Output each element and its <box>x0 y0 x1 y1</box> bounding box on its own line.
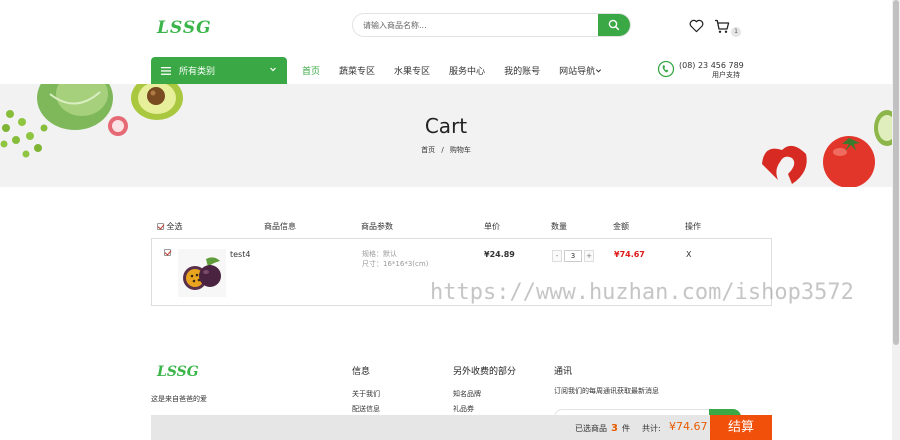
watermark-text: https://www.huzhan.com/ishop3572 <box>430 280 854 305</box>
scrollbar-thumb[interactable] <box>893 0 899 345</box>
page-title: Cart <box>424 114 468 138</box>
unit-price: ¥24.89 <box>484 250 515 259</box>
nav-item-sitemap-label: 网站导航 <box>559 67 596 77</box>
header-price: 单价 <box>484 222 500 231</box>
support-label: 用户支持 <box>712 71 740 79</box>
cart-icon <box>715 19 730 33</box>
page-banner: Cart 首页 / 购物车 <box>0 84 892 187</box>
nav-item-service[interactable]: 服务中心 <box>449 64 485 77</box>
chevron-down-icon <box>270 67 276 72</box>
row-total: ¥74.67 <box>614 250 645 259</box>
support-phone: (08) 23 456 789 <box>679 61 744 70</box>
selected-suffix: 件 <box>621 424 630 433</box>
select-all-label: 全选 <box>166 222 183 231</box>
header-amount: 金额 <box>613 222 629 231</box>
nav-item-home[interactable]: 首页 <box>302 64 320 77</box>
footer-link-brands[interactable]: 知名品牌 <box>453 389 481 399</box>
breadcrumb: 首页 / 购物车 <box>0 145 892 155</box>
selected-count: 3 <box>611 423 618 434</box>
total-label: 共计: <box>642 424 661 433</box>
search-input[interactable] <box>363 14 593 36</box>
total-amount: ¥74.67 <box>669 420 708 433</box>
breadcrumb-separator: / <box>441 146 444 154</box>
all-categories-button[interactable]: 所有类别 <box>151 57 287 84</box>
decrease-qty-button[interactable]: - <box>552 250 562 262</box>
cart-button[interactable] <box>714 19 730 36</box>
quantity-stepper: - 3 + <box>552 250 594 262</box>
footer-link-vouchers[interactable]: 礼品券 <box>453 404 474 414</box>
all-categories-label: 所有类别 <box>179 67 216 77</box>
footer-newsletter-title: 通讯 <box>554 367 573 377</box>
nav-item-account[interactable]: 我的账号 <box>504 64 540 77</box>
footer-description: 这是来自爸爸的爱 <box>151 395 207 403</box>
increase-qty-button[interactable]: + <box>584 250 594 262</box>
product-name[interactable]: test4 <box>230 250 250 259</box>
headset-icon <box>657 60 675 80</box>
select-all[interactable]: 全选 <box>157 221 183 232</box>
selected-items: 已选商品 3 件 <box>575 423 630 434</box>
quantity-input[interactable]: 3 <box>564 250 582 262</box>
checkout-bar: 已选商品 3 件 共计: ¥74.67 结算 <box>151 415 772 440</box>
menu-icon <box>161 66 171 75</box>
page-scrollbar[interactable] <box>892 0 900 440</box>
header-product: 商品信息 <box>264 222 296 231</box>
product-spec: 规格：默认 <box>362 250 397 258</box>
footer-link-about[interactable]: 关于我们 <box>352 389 380 399</box>
search-icon <box>608 19 620 31</box>
site-logo[interactable]: LSSG <box>157 18 212 38</box>
checkout-button[interactable]: 结算 <box>710 415 772 440</box>
header-action: 操作 <box>685 222 701 231</box>
cart-count-badge: 1 <box>731 27 741 37</box>
main-nav: 首页 蔬菜专区 水果专区 服务中心 我的账号 网站导航 <box>302 64 621 77</box>
header-params: 商品参数 <box>361 222 393 231</box>
passion-fruit-image <box>183 257 221 290</box>
wishlist-button[interactable] <box>689 19 704 35</box>
nav-item-sitemap[interactable]: 网站导航 <box>559 64 602 77</box>
footer-extras-title: 另外收费的部分 <box>453 367 517 377</box>
select-all-checkbox[interactable] <box>157 223 164 230</box>
row-checkbox[interactable] <box>164 249 171 256</box>
selected-prefix: 已选商品 <box>575 424 607 433</box>
nav-item-vegetables[interactable]: 蔬菜专区 <box>339 64 375 77</box>
footer-link-delivery[interactable]: 配送信息 <box>352 404 380 414</box>
chevron-down-icon <box>596 69 602 73</box>
heart-icon <box>689 19 704 33</box>
product-size: 尺寸：16*16*3(cm) <box>362 260 429 268</box>
footer-info-title: 信息 <box>352 367 371 377</box>
product-image[interactable] <box>178 249 226 297</box>
breadcrumb-current: 购物车 <box>449 146 471 154</box>
nav-item-fruits[interactable]: 水果专区 <box>394 64 430 77</box>
search-button[interactable] <box>598 14 630 36</box>
footer-logo: LSSG <box>157 364 199 380</box>
search-box <box>352 13 631 37</box>
header-qty: 数量 <box>551 222 567 231</box>
footer-newsletter-text: 订阅我们的每周通讯获取最新消息 <box>554 387 659 395</box>
remove-item-button[interactable]: X <box>686 250 691 259</box>
breadcrumb-home[interactable]: 首页 <box>421 146 435 154</box>
